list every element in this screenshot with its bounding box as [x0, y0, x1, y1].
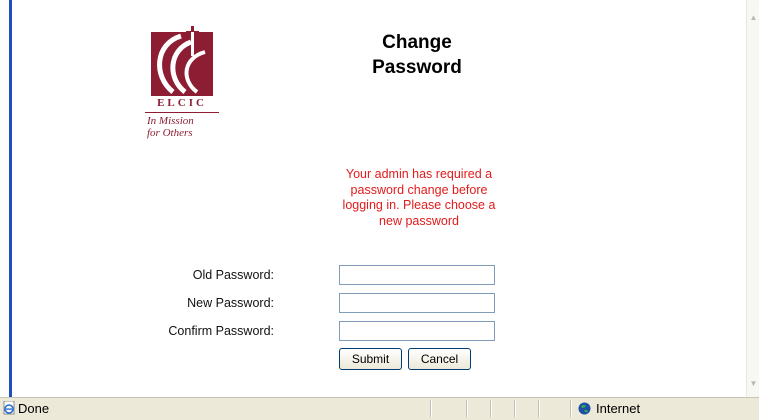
- page-title: Change Password: [352, 30, 482, 80]
- page-title-line1: Change: [382, 32, 452, 53]
- confirm-password-field[interactable]: [339, 321, 495, 341]
- vertical-scrollbar[interactable]: ▲ ▼: [746, 0, 759, 397]
- status-separator: [538, 400, 540, 417]
- old-password-field[interactable]: [339, 265, 495, 285]
- logo-divider: [145, 112, 219, 113]
- new-password-label: New Password:: [187, 296, 274, 310]
- logo-tagline-line1: In Mission: [147, 115, 194, 127]
- globe-icon: [578, 402, 591, 415]
- logo-tagline: In Mission for Others: [147, 115, 194, 139]
- password-change-notice: Your admin has required a password chang…: [342, 167, 496, 228]
- new-password-field[interactable]: [339, 293, 495, 313]
- logo-acronym: ELCIC: [157, 97, 207, 109]
- confirm-password-label: Confirm Password:: [168, 324, 274, 338]
- page-content: ELCIC In Mission for Others Change Passw…: [12, 0, 746, 397]
- old-password-label: Old Password:: [192, 268, 274, 282]
- status-separator: [466, 400, 468, 417]
- status-separator: [570, 400, 572, 417]
- security-zone-text: Internet: [596, 401, 641, 416]
- scroll-up-icon[interactable]: ▲: [748, 12, 759, 23]
- submit-button[interactable]: Submit: [339, 348, 402, 370]
- logo-tagline-line2: for Others: [147, 127, 193, 139]
- status-separator: [514, 400, 516, 417]
- scroll-down-icon[interactable]: ▼: [748, 378, 759, 389]
- cancel-button[interactable]: Cancel: [408, 348, 471, 370]
- elcic-logo: ELCIC In Mission for Others: [143, 25, 227, 155]
- cross-logo-icon: [151, 26, 213, 96]
- status-bar: Done Internet: [0, 397, 759, 420]
- status-separator: [490, 400, 492, 417]
- status-text: Done: [18, 401, 50, 416]
- status-separator: [430, 400, 432, 417]
- ie-page-icon: [3, 401, 15, 415]
- page-title-line2: Password: [372, 57, 462, 78]
